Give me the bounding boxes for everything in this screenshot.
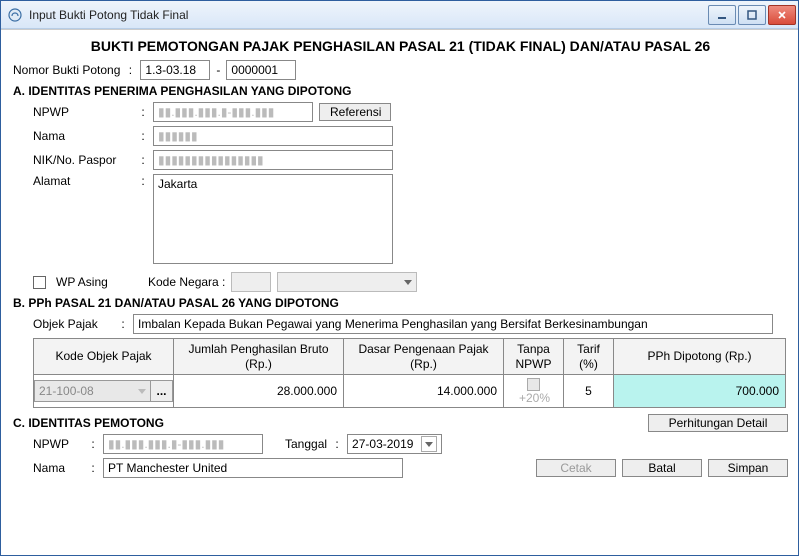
cell-tarif[interactable]: 5 — [564, 375, 614, 408]
col-tanpa: Tanpa NPWP — [504, 339, 564, 375]
objek-pajak-input[interactable] — [133, 314, 773, 334]
minimize-button[interactable] — [708, 5, 736, 25]
cell-pph: 700.000 — [614, 375, 786, 408]
npwp-a-input[interactable] — [153, 102, 313, 122]
page-title: BUKTI PEMOTONGAN PAJAK PENGHASILAN PASAL… — [13, 38, 788, 54]
tanpa-npwp-pct: +20% — [519, 391, 550, 405]
referensi-button[interactable]: Referensi — [319, 103, 391, 121]
col-bruto: Jumlah Penghasilan Bruto (Rp.) — [174, 339, 344, 375]
nik-input[interactable] — [153, 150, 393, 170]
batal-button[interactable]: Batal — [622, 459, 702, 477]
col-dasar: Dasar Pengenaan Pajak (Rp.) — [344, 339, 504, 375]
pph-table: Kode Objek Pajak Jumlah Penghasilan Brut… — [33, 338, 786, 408]
content-area: BUKTI PEMOTONGAN PAJAK PENGHASILAN PASAL… — [1, 29, 798, 555]
chevron-down-icon — [138, 389, 146, 394]
nomor-label: Nomor Bukti Potong — [13, 63, 120, 77]
nama-c-input[interactable] — [103, 458, 403, 478]
simpan-button[interactable]: Simpan — [708, 459, 788, 477]
chevron-down-icon — [421, 436, 437, 452]
titlebar: Input Bukti Potong Tidak Final — [1, 1, 798, 29]
table-row: 21-100-08 ... 28.000.000 14.000.000 +20% — [34, 375, 786, 408]
objek-pajak-label: Objek Pajak — [33, 317, 113, 331]
kode-negara-select — [277, 272, 417, 292]
kode-negara-code-input — [231, 272, 271, 292]
kode-objek-value: 21-100-08 — [39, 384, 94, 398]
col-tarif: Tarif (%) — [564, 339, 614, 375]
maximize-button[interactable] — [738, 5, 766, 25]
section-a-heading: A. IDENTITAS PENERIMA PENGHASILAN YANG D… — [13, 84, 788, 98]
npwp-a-label: NPWP — [33, 105, 133, 119]
cell-dasar[interactable]: 14.000.000 — [344, 375, 504, 408]
nama-a-label: Nama — [33, 129, 133, 143]
table-header-row: Kode Objek Pajak Jumlah Penghasilan Brut… — [34, 339, 786, 375]
cell-bruto[interactable]: 28.000.000 — [174, 375, 344, 408]
npwp-c-label: NPWP — [33, 437, 83, 451]
kode-lookup-button[interactable]: ... — [151, 380, 173, 402]
kode-objek-select[interactable]: 21-100-08 — [34, 380, 151, 402]
nomor-part2-input[interactable] — [226, 60, 296, 80]
nik-label: NIK/No. Paspor — [33, 153, 133, 167]
npwp-c-input[interactable] — [103, 434, 263, 454]
nomor-sep: - — [216, 63, 220, 77]
tanggal-picker[interactable]: 27-03-2019 — [347, 434, 442, 454]
close-button[interactable] — [768, 5, 796, 25]
cetak-button: Cetak — [536, 459, 616, 477]
tanggal-label: Tanggal — [285, 437, 327, 451]
section-b-heading: B. PPh PASAL 21 DAN/ATAU PASAL 26 YANG D… — [13, 296, 788, 310]
col-kode: Kode Objek Pajak — [34, 339, 174, 375]
nomor-row: Nomor Bukti Potong : - — [13, 60, 788, 80]
window-title: Input Bukti Potong Tidak Final — [29, 8, 702, 22]
app-window: Input Bukti Potong Tidak Final BUKTI PEM… — [0, 0, 799, 556]
colon: : — [126, 63, 134, 77]
kode-negara-label: Kode Negara : — [148, 275, 225, 289]
nomor-part1-input[interactable] — [140, 60, 210, 80]
perhitungan-detail-button[interactable]: Perhitungan Detail — [648, 414, 788, 432]
alamat-label: Alamat — [33, 174, 133, 188]
window-buttons — [708, 5, 796, 25]
tanpa-npwp-checkbox — [527, 378, 540, 391]
app-icon — [7, 7, 23, 23]
col-pph: PPh Dipotong (Rp.) — [614, 339, 786, 375]
wp-asing-checkbox[interactable] — [33, 276, 46, 289]
chevron-down-icon — [404, 280, 412, 285]
wp-asing-label: WP Asing — [56, 275, 142, 289]
tanggal-value: 27-03-2019 — [352, 437, 413, 451]
alamat-textarea[interactable]: Jakarta — [153, 174, 393, 264]
nama-c-label: Nama — [33, 461, 83, 475]
nama-a-input[interactable] — [153, 126, 393, 146]
